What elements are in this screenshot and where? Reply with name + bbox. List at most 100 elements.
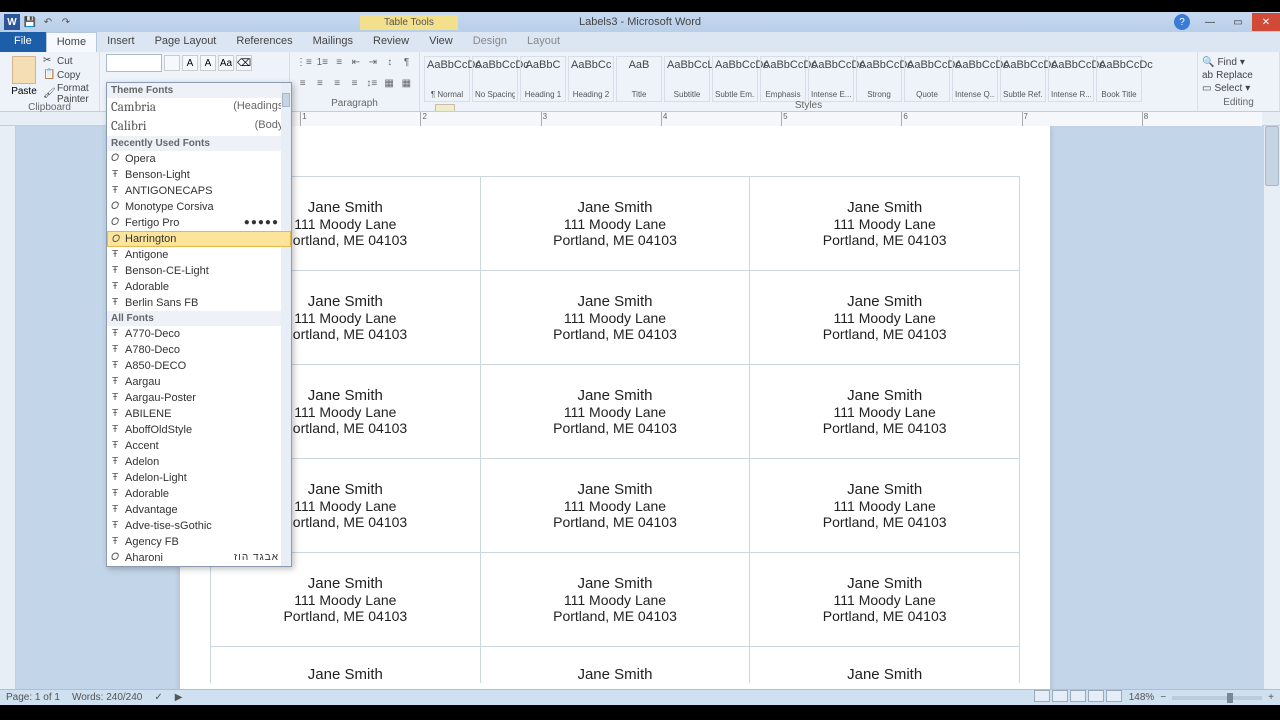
shrink-font-button[interactable]: A <box>200 55 216 71</box>
align-right-button[interactable]: ≡ <box>331 75 344 91</box>
tab-view[interactable]: View <box>419 32 463 52</box>
scrollbar-thumb[interactable] <box>1265 126 1279 186</box>
redo-icon[interactable]: ↷ <box>58 14 74 30</box>
style-item[interactable]: AaBbCcDc¶ Normal <box>424 56 470 102</box>
style-item[interactable]: AaBbCcDcIntense E... <box>808 56 854 102</box>
change-case-button[interactable]: Aa <box>218 55 234 71</box>
font-item[interactable]: ŦAdelon-Light <box>107 470 291 486</box>
style-item[interactable]: AaBbCcDcStrong <box>856 56 902 102</box>
line-spacing-button[interactable]: ↕≡ <box>365 75 378 91</box>
font-item[interactable]: ŦA780-Deco <box>107 342 291 358</box>
font-item[interactable]: ŦAdorable <box>107 486 291 502</box>
style-item[interactable]: AaBTitle <box>616 56 662 102</box>
font-item[interactable]: ŦBenson-CE-Light <box>107 263 291 279</box>
font-item[interactable]: ŦBerlin Sans FB <box>107 295 291 311</box>
font-item[interactable]: ŦAdvantage <box>107 502 291 518</box>
font-item[interactable]: ŦAdve-tise-sGothic <box>107 518 291 534</box>
tab-mailings[interactable]: Mailings <box>303 32 363 52</box>
address-label-cell[interactable]: Jane Smith111 Moody LanePortland, ME 041… <box>480 459 750 553</box>
font-item[interactable]: 𝑂Harrington <box>107 231 291 247</box>
help-icon[interactable]: ? <box>1174 14 1190 30</box>
address-label-cell[interactable]: Jane Smith111 Moody LanePortland, ME 041… <box>480 365 750 459</box>
style-item[interactable]: AaBbCcDcSubtle Em... <box>712 56 758 102</box>
font-theme-item[interactable]: Calibri(Body) <box>107 117 291 136</box>
bullets-button[interactable]: ⋮≡ <box>296 54 312 70</box>
tab-insert[interactable]: Insert <box>97 32 145 52</box>
font-item[interactable]: 𝑂Aharoniאבגד הוז <box>107 550 291 566</box>
page-indicator[interactable]: Page: 1 of 1 <box>6 692 60 703</box>
clear-formatting-button[interactable]: ⌫ <box>236 55 252 71</box>
increase-indent-button[interactable]: ⇥ <box>366 54 379 70</box>
style-item[interactable]: AaBbCcDcIntense Q... <box>952 56 998 102</box>
tab-design[interactable]: Design <box>463 32 517 52</box>
maximize-button[interactable]: ▭ <box>1224 13 1252 31</box>
font-item[interactable]: ŦAargau <box>107 374 291 390</box>
zoom-out-button[interactable]: − <box>1160 692 1166 703</box>
font-item[interactable]: ŦANTIGONECAPS <box>107 183 291 199</box>
font-item[interactable]: ŦBenson-Light <box>107 167 291 183</box>
undo-icon[interactable]: ↶ <box>40 14 56 30</box>
address-label-cell[interactable]: Jane Smith111 Moody LanePortland, ME 041… <box>750 271 1020 365</box>
address-label-cell[interactable]: Jane Smith111 Moody LanePortland, ME 041… <box>750 553 1020 647</box>
tab-home[interactable]: Home <box>46 32 97 52</box>
save-icon[interactable]: 💾 <box>22 14 38 30</box>
decrease-indent-button[interactable]: ⇤ <box>350 54 363 70</box>
style-item[interactable]: AaBbCcDcEmphasis <box>760 56 806 102</box>
paste-button[interactable]: Paste <box>6 54 42 100</box>
font-item[interactable]: ŦAntigone <box>107 247 291 263</box>
font-item[interactable]: ŦA770-Deco <box>107 326 291 342</box>
zoom-in-button[interactable]: + <box>1268 692 1274 703</box>
shading-button[interactable]: ▦ <box>382 75 395 91</box>
address-label-cell[interactable]: Jane Smith111 Moody LanePortland, ME 041… <box>480 553 750 647</box>
vertical-ruler[interactable] <box>0 126 16 689</box>
grow-font-button[interactable]: A <box>182 55 198 71</box>
address-label-cell[interactable]: Jane Smith111 Moody LanePortland, ME 041… <box>750 177 1020 271</box>
zoom-slider[interactable] <box>1172 696 1262 700</box>
view-buttons[interactable] <box>1033 690 1123 705</box>
macro-icon[interactable]: ▶ <box>175 692 183 703</box>
font-name-combo[interactable] <box>106 54 162 72</box>
style-item[interactable]: AaBbCcLSubtitle <box>664 56 710 102</box>
font-item[interactable]: ŦABILENE <box>107 406 291 422</box>
font-item[interactable]: ŦAdelon <box>107 454 291 470</box>
vertical-scrollbar[interactable] <box>1264 126 1280 689</box>
align-center-button[interactable]: ≡ <box>313 75 326 91</box>
font-item[interactable]: ŦA850-DECO <box>107 358 291 374</box>
address-label-cell[interactable]: Jane Smith <box>211 647 481 683</box>
tab-page-layout[interactable]: Page Layout <box>145 32 227 52</box>
word-count[interactable]: Words: 240/240 <box>72 692 142 703</box>
font-item[interactable]: 𝑂Fertigo Pro●●●●● <box>107 215 291 231</box>
font-item[interactable]: ŦAgency FB <box>107 534 291 550</box>
replace-button[interactable]: abReplace <box>1202 69 1275 82</box>
style-item[interactable]: AaBbCcDcQuote <box>904 56 950 102</box>
align-left-button[interactable]: ≡ <box>296 75 309 91</box>
minimize-button[interactable]: — <box>1196 13 1224 31</box>
style-item[interactable]: AaBbCcDcBook Title <box>1096 56 1142 102</box>
tab-references[interactable]: References <box>226 32 302 52</box>
font-item[interactable]: ŦAargau-Poster <box>107 390 291 406</box>
copy-button[interactable]: 📋Copy <box>42 68 93 82</box>
address-label-cell[interactable]: Jane Smith111 Moody LanePortland, ME 041… <box>480 271 750 365</box>
sort-button[interactable]: ↕ <box>383 54 396 70</box>
style-item[interactable]: AaBbCcDcIntense R... <box>1048 56 1094 102</box>
multilevel-list-button[interactable]: ≡ <box>333 54 346 70</box>
style-item[interactable]: AaBbCHeading 1 <box>520 56 566 102</box>
font-theme-item[interactable]: Cambria(Headings) <box>107 98 291 117</box>
font-item[interactable]: ŦAccent <box>107 438 291 454</box>
file-tab[interactable]: File <box>0 32 46 52</box>
style-item[interactable]: AaBbCcHeading 2 <box>568 56 614 102</box>
address-label-cell[interactable]: Jane Smith <box>750 647 1020 683</box>
address-label-cell[interactable]: Jane Smith111 Moody LanePortland, ME 041… <box>480 177 750 271</box>
style-item[interactable]: AaBbCcDcNo Spacing <box>472 56 518 102</box>
borders-button[interactable]: ▦ <box>400 75 413 91</box>
font-item[interactable]: 𝑂Monotype Corsiva <box>107 199 291 215</box>
font-size-combo[interactable] <box>164 55 180 71</box>
spellcheck-icon[interactable]: ✓ <box>154 692 162 703</box>
cut-button[interactable]: ✂Cut <box>42 54 93 68</box>
address-label-cell[interactable]: Jane Smith <box>480 647 750 683</box>
font-item[interactable]: ŦAboffOldStyle <box>107 422 291 438</box>
justify-button[interactable]: ≡ <box>348 75 361 91</box>
style-item[interactable]: AaBbCcDcSubtle Ref... <box>1000 56 1046 102</box>
font-item[interactable]: ŦAdorable <box>107 279 291 295</box>
show-marks-button[interactable]: ¶ <box>400 54 413 70</box>
